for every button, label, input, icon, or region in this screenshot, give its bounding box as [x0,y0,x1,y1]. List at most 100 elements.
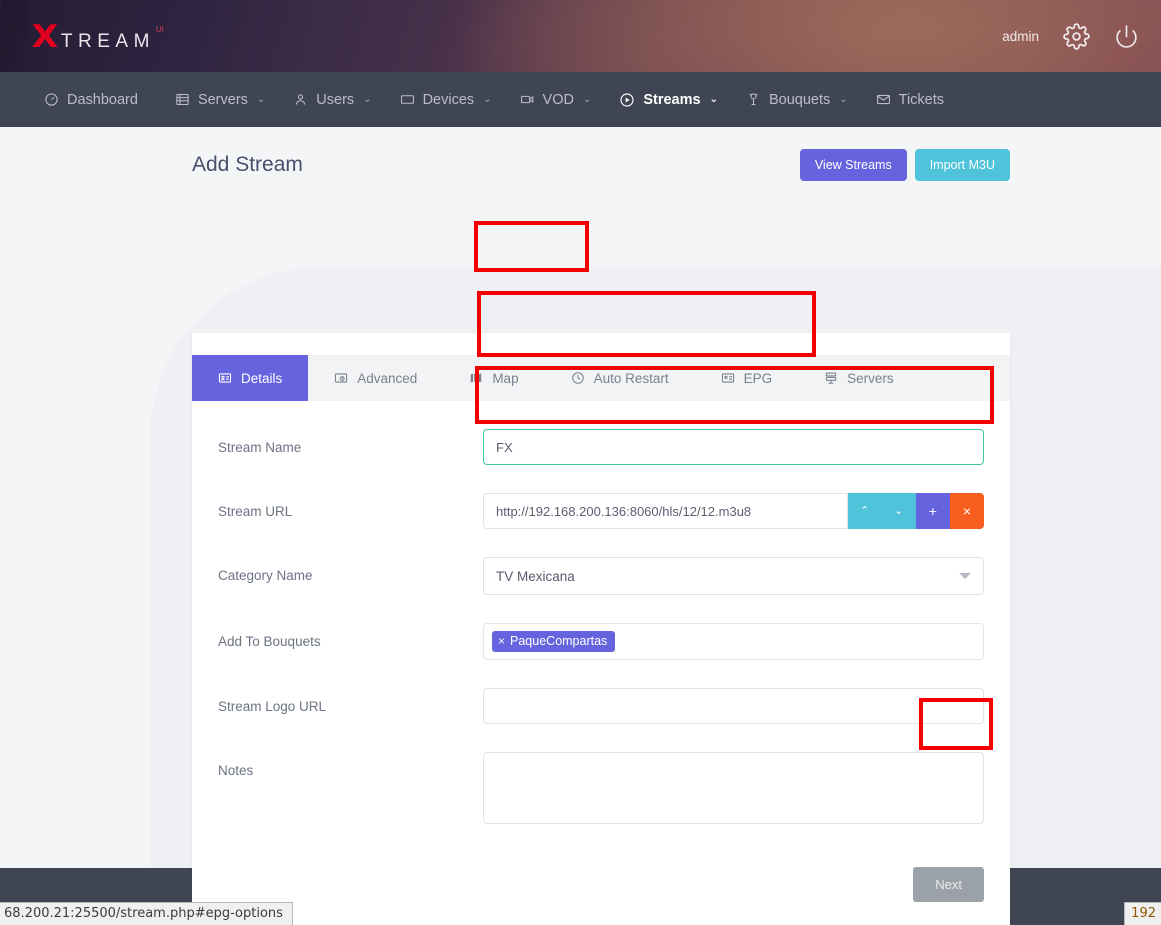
nav-item-tickets[interactable]: Tickets [862,72,967,127]
nav-label: Streams [643,92,700,108]
field-row-stream-name: Stream Name [218,429,984,465]
add-to-bouquets-field: × PaqueCompartas [483,623,984,660]
clock-icon [571,371,585,385]
move-down-button[interactable]: ⌄ [882,493,916,529]
tab-details[interactable]: Details [192,355,308,401]
video-icon [520,92,535,107]
tab-servers[interactable]: Servers [798,355,920,401]
form-footer: Next [192,857,1010,902]
page-title: Add Stream [192,153,303,177]
nav-item-vod[interactable]: VOD ⌄ [506,72,606,127]
tab-map[interactable]: Map [443,355,544,401]
stream-logo-url-input[interactable] [483,688,984,724]
view-streams-button[interactable]: View Streams [800,149,907,181]
remove-url-button[interactable]: × [950,493,984,529]
server-icon [175,92,190,107]
nav-label: Servers [198,92,248,108]
nav-label: VOD [543,92,574,108]
nav-label: Devices [423,92,475,108]
brand-logo[interactable]: X TREAM UI [33,22,164,53]
field-row-stream-logo-url: Stream Logo URL [218,688,984,724]
move-up-button[interactable]: ⌃ [848,493,882,529]
tab-auto-restart[interactable]: Auto Restart [545,355,695,401]
nav-item-devices[interactable]: Devices ⌄ [386,72,506,127]
category-name-field: TV Mexicana [483,557,984,595]
nav-item-streams[interactable]: Streams ⌄ [605,72,732,127]
chevron-down-icon: ⌄ [839,94,847,105]
tab-label: EPG [744,371,773,386]
category-name-label: Category Name [218,557,483,583]
tab-label: Advanced [357,371,417,386]
stream-icon [619,92,635,108]
field-row-add-to-bouquets: Add To Bouquets × PaqueCompartas [218,623,984,660]
stream-name-label: Stream Name [218,429,483,455]
field-row-category-name: Category Name TV Mexicana [218,557,984,595]
tab-epg[interactable]: EPG [695,355,799,401]
add-to-bouquets-label: Add To Bouquets [218,623,483,649]
field-row-notes: Notes [218,752,984,829]
notes-textarea[interactable] [483,752,984,824]
chevron-down-icon: ⌄ [483,94,491,105]
nav-item-bouquets[interactable]: Bouquets ⌄ [732,72,862,127]
add-stream-form: Stream Name Stream URL ⌃ ⌄ + × [192,401,1010,829]
annotation-stream-name [474,221,589,272]
brand-logo-text: TREAM [61,31,155,53]
bouquet-tag[interactable]: × PaqueCompartas [492,631,615,652]
add-url-button[interactable]: + [916,493,950,529]
notes-label: Notes [218,752,483,778]
stream-name-input[interactable] [483,429,984,465]
browser-status-bar: 68.200.21:25500/stream.php#epg-options [0,902,293,925]
epg-icon [721,371,735,385]
tab-label: Servers [847,371,894,386]
page-header-actions: View Streams Import M3U [800,149,1010,181]
tab-label: Auto Restart [594,371,669,386]
servers-icon [824,371,838,385]
chevron-down-icon [959,573,971,579]
brand-logo-superscript: UI [156,25,164,34]
nav-item-dashboard[interactable]: Dashboard [30,72,161,127]
stream-url-input[interactable] [483,493,848,529]
stream-logo-url-field [483,688,984,724]
bouquets-tag-input[interactable]: × PaqueCompartas [483,623,984,660]
dashboard-icon [44,92,59,107]
main-navigation: Dashboard Servers ⌄ Users ⌄ Devices ⌄ [0,72,1161,127]
category-name-value: TV Mexicana [496,569,575,584]
tab-label: Details [241,371,282,386]
tab-advanced[interactable]: Advanced [308,355,443,401]
stream-url-field: ⌃ ⌄ + × [483,493,984,529]
advanced-icon [334,371,348,385]
bouquet-tag-label: PaqueCompartas [510,634,607,648]
header-actions: admin [1002,0,1139,72]
map-icon [469,371,483,385]
nav-label: Bouquets [769,92,830,108]
bouquet-icon [746,92,761,107]
nav-label: Dashboard [67,92,138,108]
add-stream-card: Details Advanced Map [192,333,1010,925]
current-user-label[interactable]: admin [1002,29,1039,44]
mail-icon [876,92,891,107]
chevron-down-icon: ⌄ [363,94,371,105]
field-row-stream-url: Stream URL ⌃ ⌄ + × [218,493,984,529]
brand-logo-x: X [32,22,58,53]
page-header: Add Stream View Streams Import M3U [192,149,1010,181]
page-body: Add Stream View Streams Import M3U Detai… [0,127,1161,868]
form-tabs: Details Advanced Map [192,355,1010,401]
nav-item-users[interactable]: Users ⌄ [279,72,385,127]
notes-field [483,752,984,829]
user-icon [293,92,308,107]
stream-url-group: ⌃ ⌄ + × [483,493,984,529]
gear-icon[interactable] [1063,23,1090,50]
stream-url-label: Stream URL [218,493,483,519]
import-m3u-button[interactable]: Import M3U [915,149,1010,181]
next-button[interactable]: Next [913,867,984,902]
chevron-down-icon: ⌄ [257,94,265,105]
device-icon [400,92,415,107]
details-icon [218,371,232,385]
power-icon[interactable] [1114,24,1139,49]
chevron-down-icon: ⌄ [583,94,591,105]
top-brand-bar: X TREAM UI admin [0,0,1161,72]
close-icon[interactable]: × [498,634,505,648]
nav-item-servers[interactable]: Servers ⌄ [161,72,279,127]
category-name-select[interactable]: TV Mexicana [483,557,984,595]
stream-logo-url-label: Stream Logo URL [218,688,483,714]
